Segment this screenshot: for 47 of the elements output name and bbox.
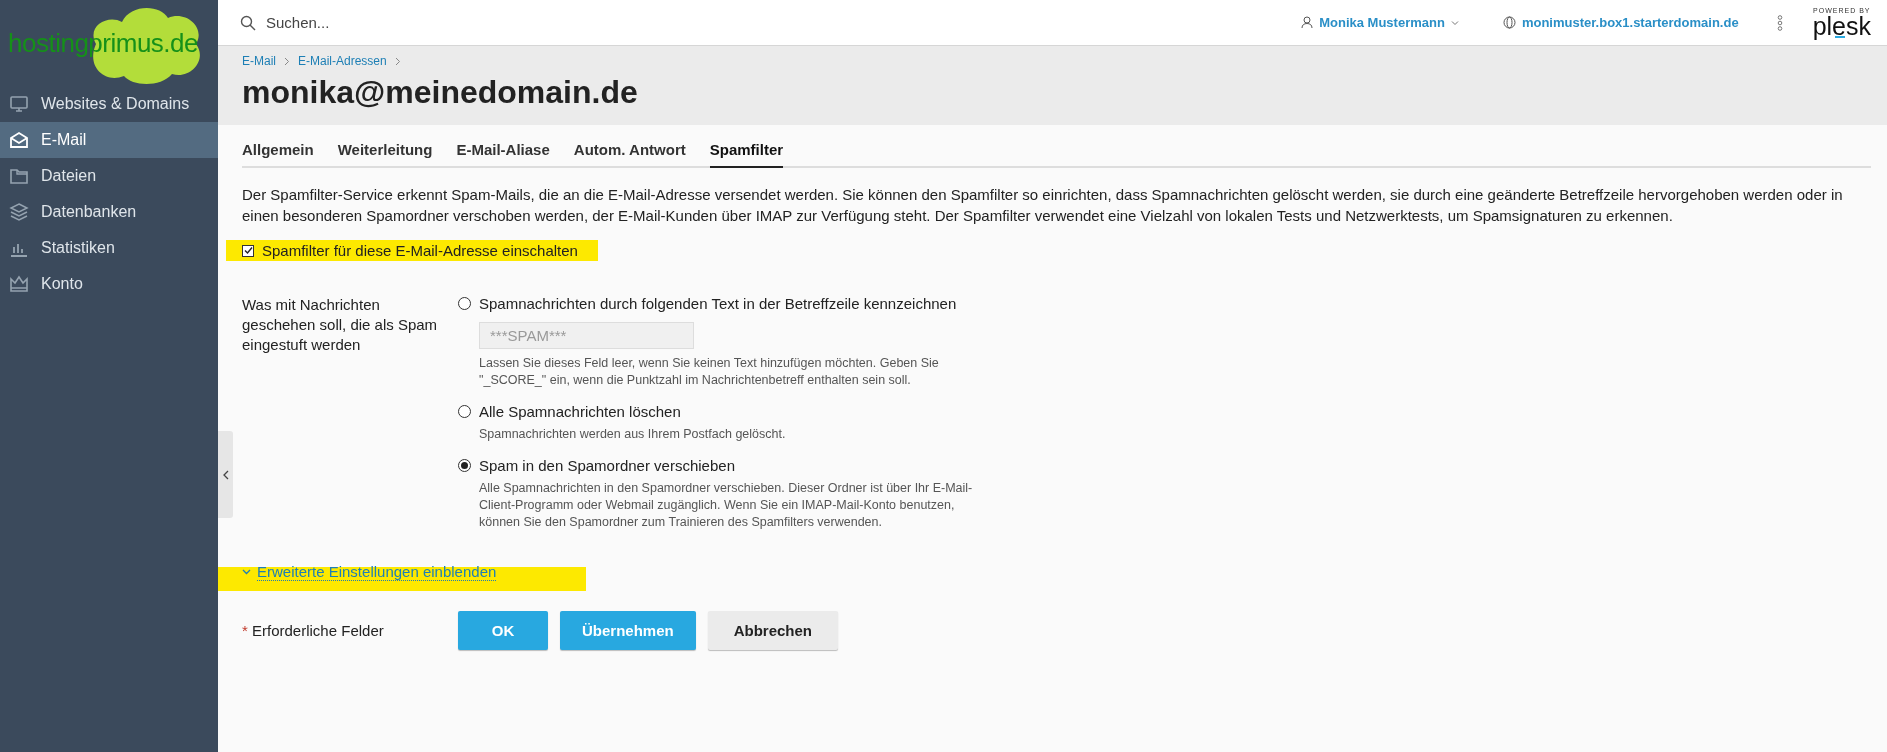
domain-link[interactable]: monimuster.box1.starterdomain.de xyxy=(1502,15,1739,30)
mail-icon xyxy=(9,130,29,150)
tab[interactable]: Allgemein xyxy=(242,141,314,168)
required-note: * Erforderliche Felder xyxy=(242,622,385,639)
monitor-icon xyxy=(9,94,29,114)
sidebar-item[interactable]: Dateien xyxy=(0,158,218,194)
cancel-button[interactable]: Abbrechen xyxy=(707,611,839,650)
crown-icon xyxy=(9,274,29,294)
radio-button[interactable] xyxy=(458,459,471,472)
folder-icon xyxy=(9,166,29,186)
more-icon[interactable] xyxy=(1776,14,1783,31)
search-icon xyxy=(240,14,256,31)
checkbox-label[interactable]: Spamfilter für diese E-Mail-Adresse einschalten xyxy=(262,242,578,259)
hint-text: Spamnachrichten werden aus Ihrem Postfach gelöscht. xyxy=(479,426,787,443)
user-menu[interactable]: Monika Mustermann xyxy=(1301,15,1459,30)
breadcrumb-link[interactable]: E-Mail-Adressen xyxy=(298,54,387,68)
tab[interactable]: E-Mail-Aliase xyxy=(456,141,550,168)
tab[interactable]: Spamfilter xyxy=(709,141,784,168)
hint-text: Alle Spamnachrichten in den Spamordner verschieben. Dieser Ordner ist über Ihr E-Mail-Client-Programm oder Webmail zugänglich. Wenn Sie ein IMAP-Mail-Konto benutzen, können Sie den Spamordner zum Trainieren des Spamfilters verwenden. xyxy=(479,480,974,531)
sidebar-item[interactable]: E-Mail xyxy=(0,122,218,158)
description-text: Der Spamfilter-Service erkennt Spam-Mails, die an die E-Mail-Adresse versendet werden. Sie können den Spamfilter so einrichten, dass Spamnachrichten gelöscht werden, sie durch eine geänderte Betreffzeile hervorgehoben werden oder in einen besonderen Spamordner verschoben werden, der E-Mail-Kunden über IMAP zur Verfügung steht. Der Spamfilter verwendet eine Vielzahl von lokalen Tests und Netzwerktests, um Spamsignaturen zu erkennen. xyxy=(242,185,1844,226)
sidebar-item[interactable]: Datenbanken xyxy=(0,194,218,230)
caret-icon xyxy=(1450,19,1459,26)
user-icon xyxy=(1301,16,1314,29)
page-title: monika@meinedomain.de xyxy=(242,74,639,111)
option-label[interactable]: Spamnachrichten durch folgenden Text in der Betreffzeile kennzeichnen xyxy=(479,295,957,312)
tab[interactable]: Autom. Antwort xyxy=(573,141,686,168)
option-label[interactable]: Spam in den Spamordner verschieben xyxy=(479,457,735,474)
checkbox[interactable] xyxy=(242,244,254,257)
chevron-icon xyxy=(284,56,290,66)
globe-icon xyxy=(1502,16,1516,29)
radio-button[interactable] xyxy=(458,405,471,418)
radio-button[interactable] xyxy=(458,297,471,310)
tab[interactable]: Weiterleitung xyxy=(337,141,433,168)
sidebar-item[interactable]: Statistiken xyxy=(0,230,218,266)
collapse-handle[interactable] xyxy=(218,431,233,518)
search-field[interactable]: Suchen... xyxy=(264,13,668,32)
expand-link[interactable]: Erweiterte Einstellungen einblenden xyxy=(257,563,497,581)
sidebar-item[interactable]: Websites & Domains xyxy=(0,86,218,122)
hint-text: Lassen Sie dieses Feld leer, wenn Sie keinen Text hinzufügen möchten. Geben Sie "_SCORE_" ein, wenn die Punktzahl im Nachrichtenbetreff enthalten sein soll. xyxy=(479,355,940,389)
sidebar-item[interactable]: Konto xyxy=(0,266,218,302)
chevron-icon xyxy=(221,469,230,480)
option-label[interactable]: Alle Spamnachrichten löschen xyxy=(479,403,681,420)
field-label: Was mit Nachrichten geschehen soll, die als Spam eingestuft werden xyxy=(242,295,439,355)
layers-icon xyxy=(9,202,29,222)
breadcrumb-link[interactable]: E-Mail xyxy=(242,54,276,68)
chevron-icon xyxy=(394,56,401,66)
